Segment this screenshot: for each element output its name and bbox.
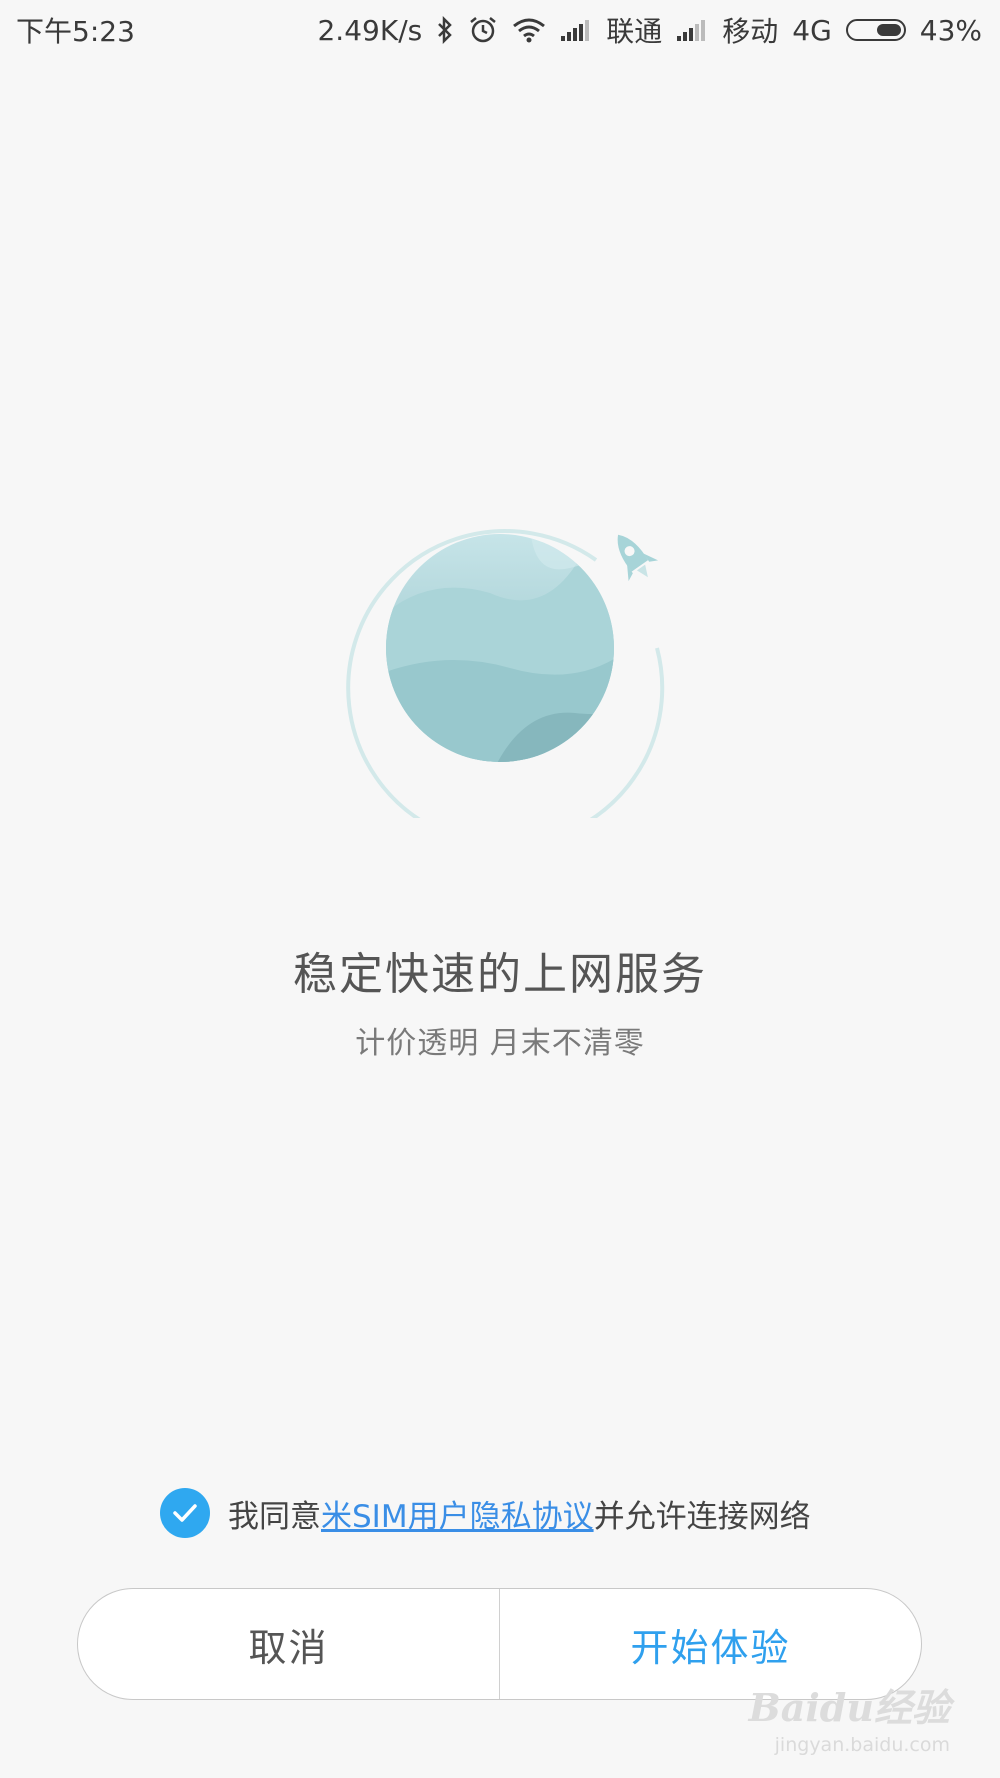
watermark-url: jingyan.baidu.com <box>774 1734 950 1756</box>
alarm-icon <box>468 15 498 45</box>
agree-checkbox[interactable] <box>160 1488 210 1538</box>
carrier-2: 移动 <box>722 15 779 48</box>
battery-icon <box>845 19 906 41</box>
carrier-1: 联通 <box>606 15 663 48</box>
privacy-policy-link[interactable]: 米SIM用户隐私协议 <box>321 1491 594 1536</box>
agreement-row: 我同意 米SIM用户隐私协议 并允许连接网络 <box>160 1488 811 1538</box>
status-bar: 下午5:23 2.49K/s 联通 移动 4G 43% <box>0 0 1000 58</box>
net-speed: 2.49K/s <box>317 13 423 47</box>
rocket-icon <box>617 534 659 582</box>
wifi-icon <box>512 17 546 43</box>
signal-icon <box>676 18 708 42</box>
signal-icon <box>560 18 592 42</box>
battery-percent: 43% <box>919 13 982 47</box>
status-time: 下午5:23 <box>16 15 135 48</box>
network-type: 4G <box>792 13 832 47</box>
cancel-button[interactable]: 取消 <box>78 1589 500 1699</box>
agreement-prefix: 我同意 <box>228 1498 321 1535</box>
status-right: 2.49K/s 联通 移动 4G 43% <box>317 10 982 50</box>
planet-illustration <box>330 478 670 848</box>
headline: 稳定快速的上网服务 <box>293 949 707 1000</box>
agreement-suffix: 并允许连接网络 <box>593 1498 811 1535</box>
watermark: Baidu经验 jingyan.baidu.com <box>749 1677 950 1756</box>
bluetooth-icon <box>436 15 454 45</box>
checkmark-icon <box>173 1504 197 1522</box>
subline: 计价透明 月末不清零 <box>355 1026 645 1061</box>
watermark-brand: Baidu经验 <box>748 1685 950 1730</box>
